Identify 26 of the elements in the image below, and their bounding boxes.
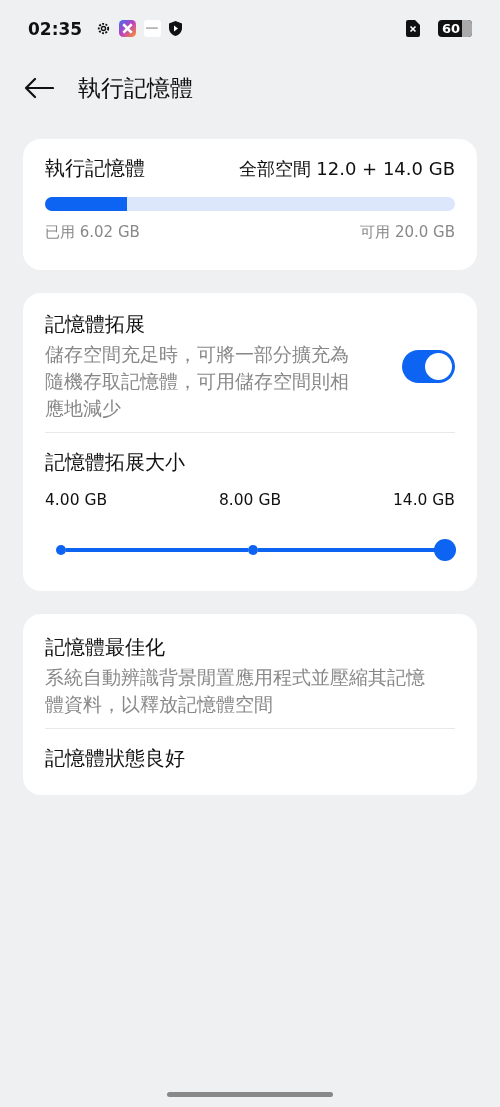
size-option-label: 14.0 GB — [392, 491, 455, 509]
size-option-label: 4.00 GB — [45, 491, 108, 509]
shield-icon — [169, 21, 183, 36]
memory-status: 記憶體狀態良好 — [45, 745, 186, 772]
page-title: 執行記憶體 — [78, 73, 193, 103]
setting-description: 儲存空間充足時，可將一部分擴充為隨機存取記憶體，可用儲存空間則相應地減少 — [45, 342, 350, 421]
toggle-switch[interactable] — [402, 350, 455, 383]
slider-thumb[interactable] — [434, 539, 456, 561]
app-icon — [144, 20, 162, 37]
sim-icon — [405, 20, 420, 37]
app-icon — [119, 20, 137, 37]
status-time: 02:35 — [28, 18, 83, 39]
setting-title: 記憶體拓展大小 — [45, 450, 185, 474]
available-memory: 可用 20.0 GB — [360, 223, 455, 242]
size-option-label: 8.00 GB — [218, 491, 282, 509]
card-title: 執行記憶體 — [45, 155, 145, 182]
setting-title: 記憶體拓展 — [45, 311, 146, 338]
used-memory: 已用 6.02 GB — [45, 223, 140, 242]
slider-stop[interactable] — [248, 545, 258, 555]
battery-indicator: 60 — [437, 20, 472, 37]
back-button[interactable] — [24, 77, 54, 99]
gear-icon — [96, 21, 112, 36]
setting-title: 記憶體最佳化 — [45, 634, 166, 661]
slider-stop[interactable] — [56, 545, 66, 555]
total-memory: 全部空間 12.0 + 14.0 GB — [238, 156, 455, 181]
setting-description: 系統自動辨識背景閒置應用程式並壓縮其記憶體資料，以釋放記憶體空間 — [45, 665, 426, 717]
